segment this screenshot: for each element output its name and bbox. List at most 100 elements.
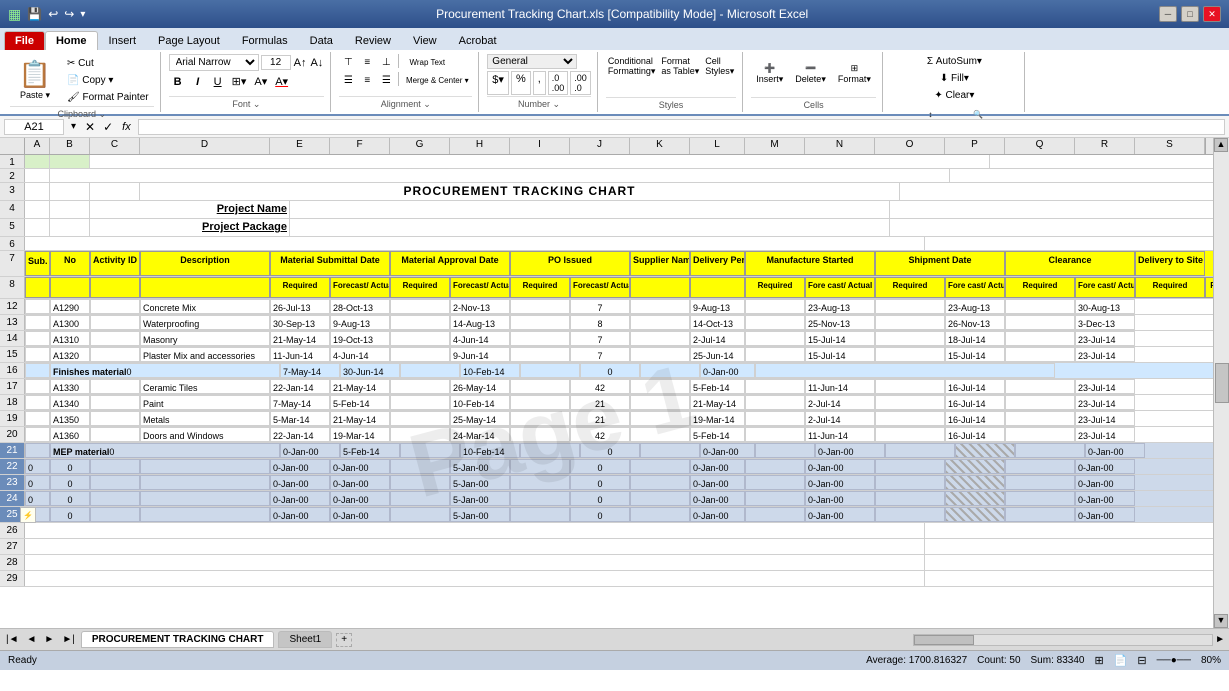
tab-view[interactable]: View — [402, 31, 448, 50]
col-header-L[interactable]: L — [690, 138, 745, 154]
cell-21-A[interactable] — [25, 443, 50, 458]
cell-25-J[interactable]: 0 — [570, 507, 630, 522]
tab-home[interactable]: Home — [45, 31, 98, 50]
cell-18-M[interactable] — [745, 395, 805, 410]
cell-25-icon[interactable]: ⚡ — [20, 507, 36, 523]
underline-button[interactable]: U — [209, 74, 227, 90]
cell-22-A[interactable]: 0 — [25, 459, 50, 474]
cell-18-I[interactable] — [510, 395, 570, 410]
cell-24-F[interactable]: 0-Jan-00 — [330, 491, 390, 506]
cell-22-D[interactable] — [140, 459, 270, 474]
cell-17-J[interactable]: 42 — [570, 379, 630, 394]
cut-button[interactable]: ✂ Cut — [62, 56, 154, 71]
cell-B5[interactable] — [50, 219, 90, 236]
decrease-decimal-button[interactable]: .00.0 — [570, 71, 591, 95]
cell-24-H[interactable]: 5-Jan-00 — [450, 491, 510, 506]
cell-21-O[interactable] — [885, 443, 955, 458]
col-header-I[interactable]: I — [510, 138, 570, 154]
cell-13-Q[interactable] — [1005, 315, 1075, 330]
cell-18-D[interactable]: Paint — [140, 395, 270, 410]
format-as-table-button[interactable]: Formatas Table▾ — [659, 54, 701, 79]
insert-sheet-button[interactable]: + — [336, 633, 352, 647]
cell-14-P[interactable]: 18-Jul-14 — [945, 331, 1005, 346]
col-header-N[interactable]: N — [805, 138, 875, 154]
cell-25-H[interactable]: 5-Jan-00 — [450, 507, 510, 522]
cell-17-I[interactable] — [510, 379, 570, 394]
insert-cell-button[interactable]: ➕ Insert▾ — [751, 54, 788, 94]
conditional-formatting-button[interactable]: ConditionalFormatting▾ — [606, 54, 658, 79]
cell-17-C[interactable] — [90, 379, 140, 394]
cell-reference-box[interactable] — [4, 119, 64, 135]
cell-21-L[interactable]: 0-Jan-00 — [700, 443, 755, 458]
cell-20-L[interactable]: 5-Feb-14 — [690, 427, 745, 442]
cell-14-G[interactable] — [390, 331, 450, 346]
cell-12-H[interactable]: 2-Nov-13 — [450, 299, 510, 314]
col-header-E[interactable]: E — [270, 138, 330, 154]
cell-21-H[interactable]: 10-Feb-14 — [460, 443, 520, 458]
cell-19-N[interactable]: 2-Jul-14 — [805, 411, 875, 426]
cell-15-M[interactable] — [745, 347, 805, 362]
cell-22-M[interactable] — [745, 459, 805, 474]
scroll-up-button[interactable]: ▲ — [1214, 138, 1228, 152]
cell-17-N[interactable]: 11-Jun-14 — [805, 379, 875, 394]
number-format-dropdown[interactable]: General — [487, 54, 577, 69]
cell-24-C[interactable] — [90, 491, 140, 506]
cell-24-N[interactable]: 0-Jan-00 — [805, 491, 875, 506]
sheet-nav-prev[interactable]: ◄ — [25, 634, 39, 645]
cancel-formula-button[interactable]: ✕ — [83, 120, 97, 134]
cell-25-E[interactable]: 0-Jan-00 — [270, 507, 330, 522]
col-header-R[interactable]: R — [1075, 138, 1135, 154]
cell-A2[interactable] — [25, 169, 50, 182]
cell-18-J[interactable]: 21 — [570, 395, 630, 410]
cell-25-P-striped[interactable] — [945, 507, 1005, 522]
increase-decimal-button[interactable]: .0.00 — [548, 71, 569, 95]
cell-15-J[interactable]: 7 — [570, 347, 630, 362]
cell-14-J[interactable]: 7 — [570, 331, 630, 346]
cell-17-H[interactable]: 26-May-14 — [450, 379, 510, 394]
cell-13-B[interactable]: A1300 — [50, 315, 90, 330]
cell-23-P-striped[interactable] — [945, 475, 1005, 490]
cell-16-G[interactable] — [400, 363, 460, 378]
cell-23-D[interactable] — [140, 475, 270, 490]
cell-19-L[interactable]: 19-Mar-14 — [690, 411, 745, 426]
cell-20-I[interactable] — [510, 427, 570, 442]
cell-21-J[interactable]: 0 — [580, 443, 640, 458]
cell-17-P[interactable]: 16-Jul-14 — [945, 379, 1005, 394]
cell-15-L[interactable]: 25-Jun-14 — [690, 347, 745, 362]
cell-17-D[interactable]: Ceramic Tiles — [140, 379, 270, 394]
cell-12-C[interactable] — [90, 299, 140, 314]
cell-21-M[interactable] — [755, 443, 815, 458]
cell-24-B[interactable]: 0 — [50, 491, 90, 506]
cell-19-E[interactable]: 5-Mar-14 — [270, 411, 330, 426]
vertical-scrollbar[interactable]: ▲ ▼ — [1213, 138, 1229, 628]
cell-25-L[interactable]: 0-Jan-00 — [690, 507, 745, 522]
cell-rest-2[interactable] — [50, 169, 950, 182]
cell-15-C[interactable] — [90, 347, 140, 362]
cell-14-F[interactable]: 19-Oct-13 — [330, 331, 390, 346]
align-right-button[interactable]: ☰ — [377, 72, 395, 88]
cell-19-M[interactable] — [745, 411, 805, 426]
cell-19-A[interactable] — [25, 411, 50, 426]
align-center-button[interactable]: ≡ — [358, 72, 376, 88]
cell-12-L[interactable]: 9-Aug-13 — [690, 299, 745, 314]
cell-13-P[interactable]: 26-Nov-13 — [945, 315, 1005, 330]
cell-18-P[interactable]: 16-Jul-14 — [945, 395, 1005, 410]
cell-12-D[interactable]: Concrete Mix — [140, 299, 270, 314]
cell-14-C[interactable] — [90, 331, 140, 346]
cell-24-R[interactable]: 0-Jan-00 — [1075, 491, 1135, 506]
formula-input[interactable] — [138, 119, 1225, 135]
cell-15-O[interactable] — [875, 347, 945, 362]
col-header-Q[interactable]: Q — [1005, 138, 1075, 154]
cell-23-E[interactable]: 0-Jan-00 — [270, 475, 330, 490]
cell-14-M[interactable] — [745, 331, 805, 346]
cell-19-C[interactable] — [90, 411, 140, 426]
cell-21-K[interactable] — [640, 443, 700, 458]
quick-access-save[interactable]: 💾 — [27, 7, 42, 21]
merge-center-button[interactable]: Merge & Center ▾ — [402, 72, 472, 88]
cell-27-rest[interactable] — [25, 539, 925, 554]
sheet-tab-sheet1[interactable]: Sheet1 — [278, 631, 332, 648]
cell-22-R[interactable]: 0-Jan-00 — [1075, 459, 1135, 474]
quick-access-redo[interactable]: ↪ — [64, 7, 74, 21]
sheet-nav-first[interactable]: |◄ — [4, 634, 21, 645]
cell-23-K[interactable] — [630, 475, 690, 490]
